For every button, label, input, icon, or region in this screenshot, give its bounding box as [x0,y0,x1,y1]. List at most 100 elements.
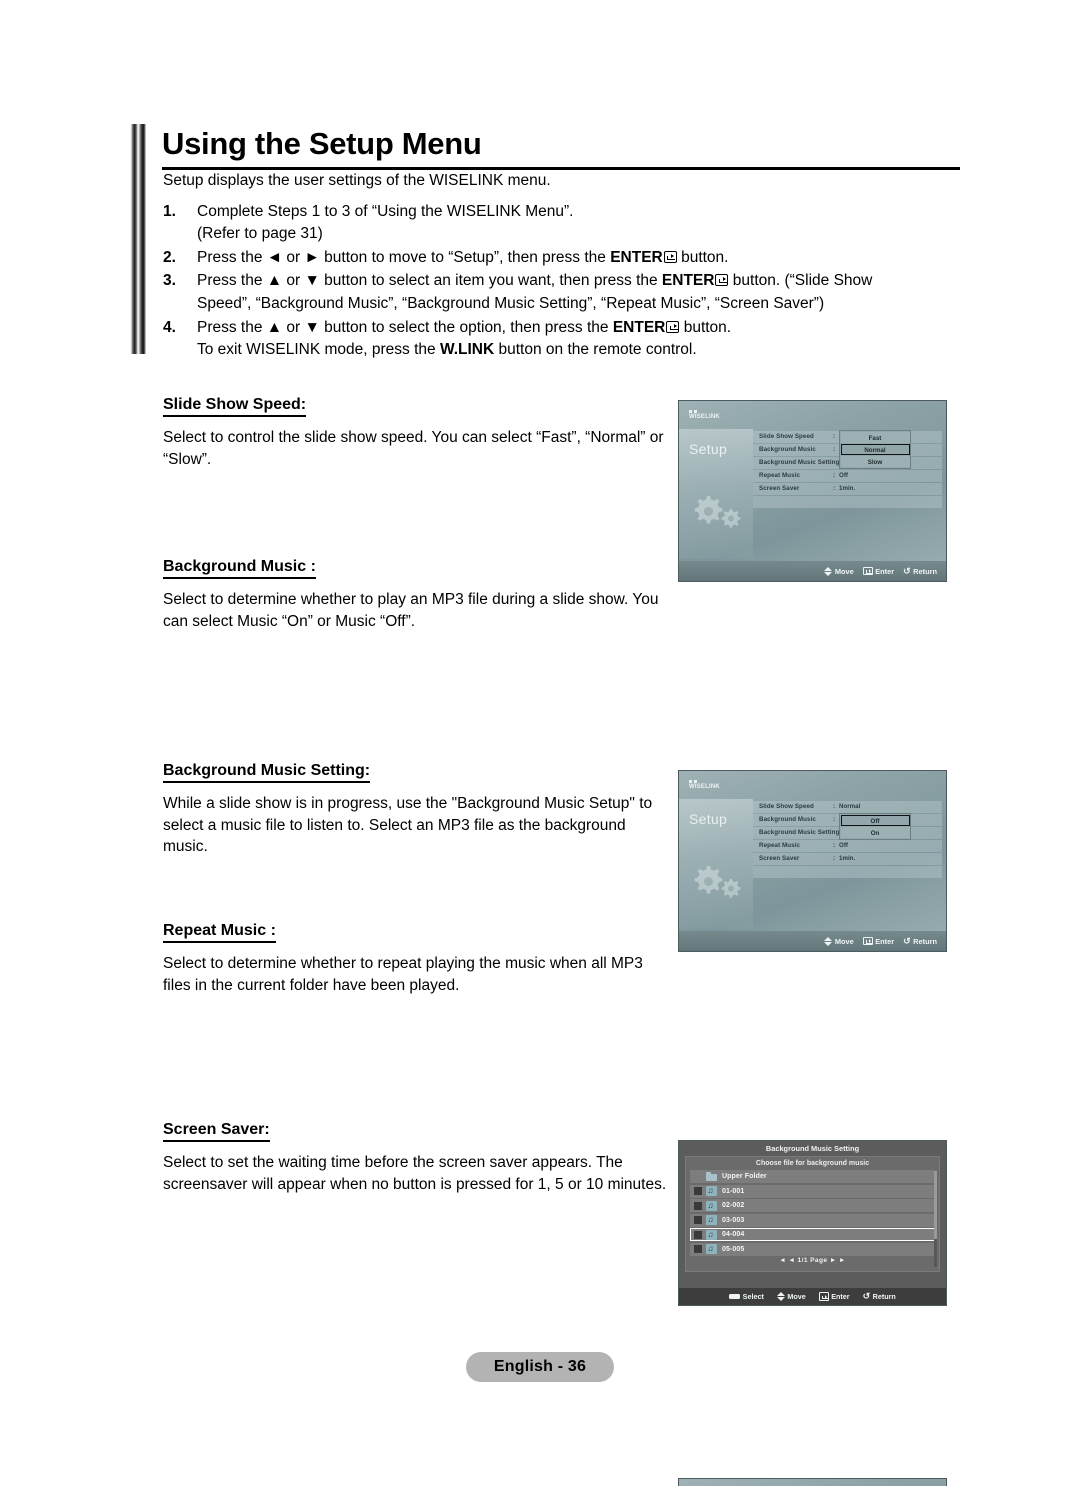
section-heading: Screen Saver: [163,1121,270,1142]
hint-return[interactable]: ↺ Return [903,935,937,946]
hint-return[interactable]: ↺ Return [903,566,937,576]
file-name: 05-005 [722,1245,745,1253]
file-list-item[interactable]: 01-001 [690,1184,935,1198]
section-heading: Background Music : [163,558,316,579]
menu-row-label: Background Music [759,816,816,824]
return-arrow-icon: ↺ [903,935,911,946]
step-text: Press the ▲ or ▼ button to select the op… [197,317,963,362]
up-down-arrows-icon [824,936,833,946]
hint-move-label: Move [787,1292,806,1301]
wiselink-logo-squares [689,780,720,783]
hint-return-label: Return [913,566,937,576]
hint-return[interactable]: ↺ Return [862,1291,896,1302]
menu-row-value: Off [839,472,848,480]
dropdown-option[interactable]: Normal [840,443,910,455]
music-note-icon [706,1200,717,1211]
file-name: 01-001 [722,1187,745,1195]
wiselink-logo-text: WISELINK [689,784,720,790]
file-list-item[interactable]: 05-005 [690,1242,935,1256]
enter-key-icon [818,1292,829,1301]
menu-row-screen-saver[interactable]: Screen Saver:1min. [753,853,942,865]
hint-enter[interactable]: Enter [862,936,895,946]
up-down-arrows-icon [776,1292,785,1301]
menu-row-slide-show-speed[interactable]: Slide Show Speed: Normal [753,801,942,813]
enter-key-icon [663,250,677,263]
dropdown-background-music[interactable]: Off On [839,813,911,840]
menu-row-screen-saver[interactable]: Screen Saver:1min. [753,483,942,495]
step-line-1-pre: Press the ▲ or ▼ button to select an ite… [197,272,662,290]
dropdown-option[interactable]: Fast [840,431,910,443]
menu-row-repeat-music[interactable]: Repeat Music: Off [753,840,942,852]
page-title: Using the Setup Menu [162,126,482,161]
wiselink-logo: WISELINK [689,410,720,420]
setup-panel-title: Setup [689,441,728,457]
menu-row-colon: : [833,803,836,811]
section-body: Select to determine whether to play an M… [163,591,659,630]
file-list-item[interactable]: 04-004 [690,1228,935,1241]
file-browser-subtitle: Choose file for background music [755,1160,870,1167]
hint-move[interactable]: Move [824,566,854,576]
menu-row-label: Repeat Music [759,842,801,850]
return-arrow-icon: ↺ [862,1291,871,1301]
section-body: While a slide show is in progress, use t… [163,795,653,855]
hint-move[interactable]: Move [776,1292,806,1301]
dropdown-option[interactable]: Off [840,814,910,826]
menu-row-colon: : [833,433,836,441]
file-checkbox[interactable] [694,1230,702,1239]
step-text: Complete Steps 1 to 3 of “Using the WISE… [197,201,963,246]
hint-move[interactable]: Move [824,936,854,946]
hint-enter-label: Enter [875,566,895,576]
file-list-scrollbar[interactable] [934,1171,937,1267]
hint-return-label: Return [872,1292,896,1301]
file-checkbox[interactable] [694,1201,702,1210]
menu-row-colon: : [833,816,836,824]
step-item: 3. Press the ▲ or ▼ button to select an … [163,270,963,315]
menu-row-value: 1min. [839,485,856,493]
step-line-1-post: button. [679,318,732,336]
gears-icon [689,492,745,537]
enter-key-label: ENTER [661,272,715,290]
file-checkbox[interactable] [694,1187,702,1195]
logo-square [689,410,692,413]
step-number: 2. [163,248,176,266]
file-list-item[interactable]: 03-003 [690,1213,935,1227]
hint-select[interactable]: Select [729,1292,764,1301]
scrollbar-thumb[interactable] [934,1171,937,1239]
section-body: Select to control the slide show speed. … [163,429,664,468]
step-number: 3. [163,272,176,290]
section-repeat-music: Repeat Music : Select to determine wheth… [163,922,673,996]
osd-setup-slide-show-speed: WISELINK Setup Slide Show Speed: Background… [678,400,947,582]
wlink-key-label: W.LINK [439,341,495,359]
file-list-item[interactable]: Upper Folder [690,1170,935,1183]
menu-row-colon: : [833,485,836,493]
intro-and-steps: Setup displays the user settings of the … [163,170,963,363]
dropdown-option[interactable]: Slow [840,455,910,467]
menu-row-repeat-music[interactable]: Repeat Music: Off [753,470,942,482]
hint-return-label: Return [913,936,937,946]
file-name: 04-004 [722,1231,745,1238]
menu-row-spacer [753,496,942,508]
dropdown-option[interactable]: On [840,826,910,838]
file-list-item[interactable]: 02-002 [690,1199,935,1212]
hint-enter[interactable]: Enter [818,1292,850,1301]
file-browser-body: Choose file for background music Upper Fo… [685,1156,940,1272]
step-text: Press the ▲ or ▼ button to select an ite… [197,270,963,315]
step-item: 4. Press the ▲ or ▼ button to select the… [163,317,963,362]
wiselink-logo-text: WISELINK [689,414,720,420]
menu-row-value: Normal [839,803,861,811]
file-browser-title: Background Music Setting [679,1141,946,1156]
hint-enter-label: Enter [875,936,895,946]
file-checkbox[interactable] [694,1216,702,1224]
hint-move-label: Move [834,936,854,946]
page-title-block: Using the Setup Menu [162,126,962,170]
section-background-music-setting: Background Music Setting: While a slide … [163,762,673,858]
section-heading: Repeat Music : [163,922,276,943]
decorative-left-rule [130,124,146,354]
file-checkbox[interactable] [694,1245,702,1253]
music-note-icon [706,1229,717,1240]
file-name: Upper Folder [722,1173,767,1180]
hint-enter[interactable]: Enter [862,566,895,576]
section-body: Select to determine whether to repeat pl… [163,955,643,994]
dropdown-slide-show-speed[interactable]: Fast Normal Slow [839,430,911,469]
step-item: 2. Press the ◄ or ► button to move to “S… [163,247,963,270]
